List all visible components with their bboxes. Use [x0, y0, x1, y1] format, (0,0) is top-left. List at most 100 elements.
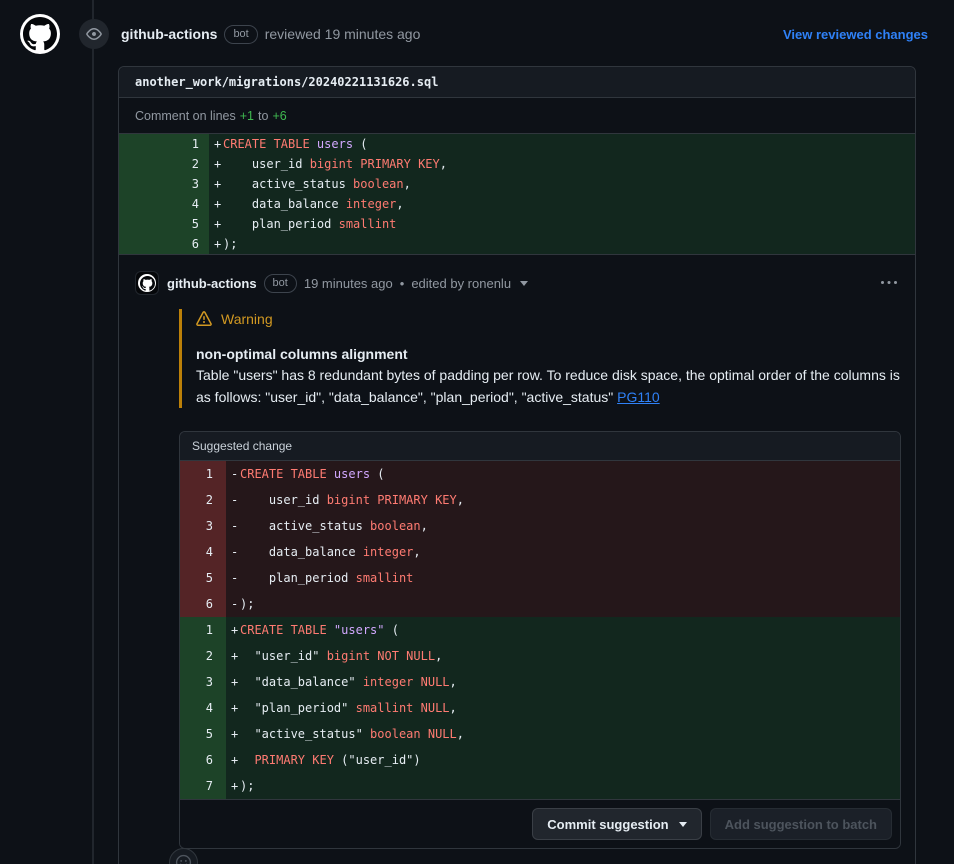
avatar[interactable] [20, 14, 60, 54]
code-line: 2+ user_id bigint PRIMARY KEY, [119, 154, 915, 174]
eye-icon [86, 26, 102, 42]
range-prefix: Comment on lines [135, 109, 236, 123]
code-line: 1+CREATE TABLE "users" ( [180, 617, 900, 643]
diff-marker: + [209, 174, 223, 194]
comment-author[interactable]: github-actions [167, 276, 257, 291]
warning-body-text: Table "users" has 8 redundant bytes of p… [196, 367, 900, 405]
code-content: + "active_status" boolean NULL, [226, 721, 900, 747]
edited-by-text[interactable]: edited by ronenlu [411, 276, 511, 291]
view-reviewed-changes-link[interactable]: View reviewed changes [783, 27, 928, 42]
diff-marker: + [226, 669, 240, 695]
code-line: 2- user_id bigint PRIMARY KEY, [180, 487, 900, 513]
code-content: + PRIMARY KEY ("user_id") [226, 747, 900, 773]
code-content: + "data_balance" integer NULL, [226, 669, 900, 695]
code-line: 4+ "plan_period" smallint NULL, [180, 695, 900, 721]
github-octocat-icon [140, 276, 155, 291]
diff-marker: - [226, 513, 240, 539]
code-line: 3+ "data_balance" integer NULL, [180, 669, 900, 695]
line-number: 1 [180, 617, 226, 643]
avatar[interactable] [135, 271, 159, 295]
line-number: 2 [119, 154, 209, 174]
review-event-header: github-actions bot reviewed 19 minutes a… [20, 14, 928, 54]
dropdown-caret-icon[interactable] [679, 822, 687, 827]
diff-marker: + [209, 214, 223, 234]
code-content: +CREATE TABLE users ( [209, 134, 915, 154]
code-content: + user_id bigint PRIMARY KEY, [209, 154, 915, 174]
line-number: 1 [119, 134, 209, 154]
suggestion-footer: Commit suggestion Add suggestion to batc… [180, 799, 900, 848]
commit-suggestion-button[interactable]: Commit suggestion [532, 808, 701, 840]
timeline-line [92, 0, 94, 864]
code-content: -); [226, 591, 900, 617]
diff-marker: + [209, 194, 223, 214]
code-content: +CREATE TABLE "users" ( [226, 617, 900, 643]
line-number: 3 [180, 513, 226, 539]
kebab-menu-button[interactable] [879, 273, 899, 293]
diff-marker: - [226, 565, 240, 591]
comment-section: github-actions bot 19 minutes ago • edit… [119, 255, 915, 864]
line-number: 3 [119, 174, 209, 194]
diff-marker: - [226, 461, 240, 487]
diff-marker: + [209, 154, 223, 174]
batch-button-label: Add suggestion to batch [725, 817, 877, 832]
chevron-down-icon[interactable] [520, 281, 528, 286]
warning-label: Warning [196, 309, 899, 329]
review-action-text: reviewed 19 minutes ago [265, 26, 421, 42]
file-path[interactable]: another_work/migrations/20240221131626.s… [135, 75, 438, 89]
diff-block: 1+CREATE TABLE users (2+ user_id bigint … [119, 134, 915, 255]
diff-marker: + [226, 773, 240, 799]
kebab-horizontal-icon [881, 275, 897, 291]
suggestion-addition-block: 1+CREATE TABLE "users" (2+ "user_id" big… [180, 617, 900, 799]
smiley-face-icon [175, 854, 192, 864]
code-line: 5+ "active_status" boolean NULL, [180, 721, 900, 747]
pg110-link[interactable]: PG110 [617, 389, 660, 405]
code-content: + "plan_period" smallint NULL, [226, 695, 900, 721]
meta-separator: • [400, 276, 405, 291]
line-number: 5 [180, 721, 226, 747]
code-content: + data_balance integer, [209, 194, 915, 214]
suggested-change-container: Suggested change 1-CREATE TABLE users (2… [179, 431, 901, 849]
diff-marker: + [209, 134, 223, 154]
bot-badge: bot [264, 274, 297, 293]
code-line: 6+); [119, 234, 915, 254]
line-number: 1 [180, 461, 226, 487]
suggested-change-label: Suggested change [192, 439, 292, 453]
commit-suggestion-label: Commit suggestion [547, 817, 668, 832]
code-content: - user_id bigint PRIMARY KEY, [226, 487, 900, 513]
warning-label-text: Warning [221, 311, 273, 327]
line-number: 6 [180, 747, 226, 773]
add-suggestion-to-batch-button: Add suggestion to batch [710, 808, 892, 840]
comment-timestamp[interactable]: 19 minutes ago [304, 276, 393, 291]
diff-marker: + [226, 643, 240, 669]
code-content: - plan_period smallint [226, 565, 900, 591]
diff-marker: - [226, 487, 240, 513]
warning-block: Warning non-optimal columns alignment Ta… [179, 309, 899, 408]
code-content: - data_balance integer, [226, 539, 900, 565]
line-number: 7 [180, 773, 226, 799]
warning-title: non-optimal columns alignment [196, 344, 899, 365]
diff-marker: - [226, 539, 240, 565]
code-line: 2+ "user_id" bigint NOT NULL, [180, 643, 900, 669]
code-line: 1-CREATE TABLE users ( [180, 461, 900, 487]
review-author[interactable]: github-actions [121, 26, 217, 42]
alert-triangle-icon [196, 311, 212, 327]
file-header[interactable]: another_work/migrations/20240221131626.s… [119, 67, 915, 98]
review-card: another_work/migrations/20240221131626.s… [118, 66, 916, 864]
code-line: 5- plan_period smallint [180, 565, 900, 591]
line-number: 6 [119, 234, 209, 254]
diff-marker: + [226, 747, 240, 773]
line-number: 5 [180, 565, 226, 591]
code-line: 3+ active_status boolean, [119, 174, 915, 194]
code-line: 6-); [180, 591, 900, 617]
comment-range-row: Comment on lines +1 to +6 [119, 98, 915, 134]
diff-marker: + [226, 721, 240, 747]
review-eye-badge [79, 19, 109, 49]
code-line: 5+ plan_period smallint [119, 214, 915, 234]
suggestion-deletion-block: 1-CREATE TABLE users (2- user_id bigint … [180, 461, 900, 617]
github-octocat-icon [23, 17, 57, 51]
line-number: 4 [180, 695, 226, 721]
code-content: + "user_id" bigint NOT NULL, [226, 643, 900, 669]
range-mid: to [258, 109, 268, 123]
suggested-change-header: Suggested change [180, 432, 900, 461]
code-content: + active_status boolean, [209, 174, 915, 194]
